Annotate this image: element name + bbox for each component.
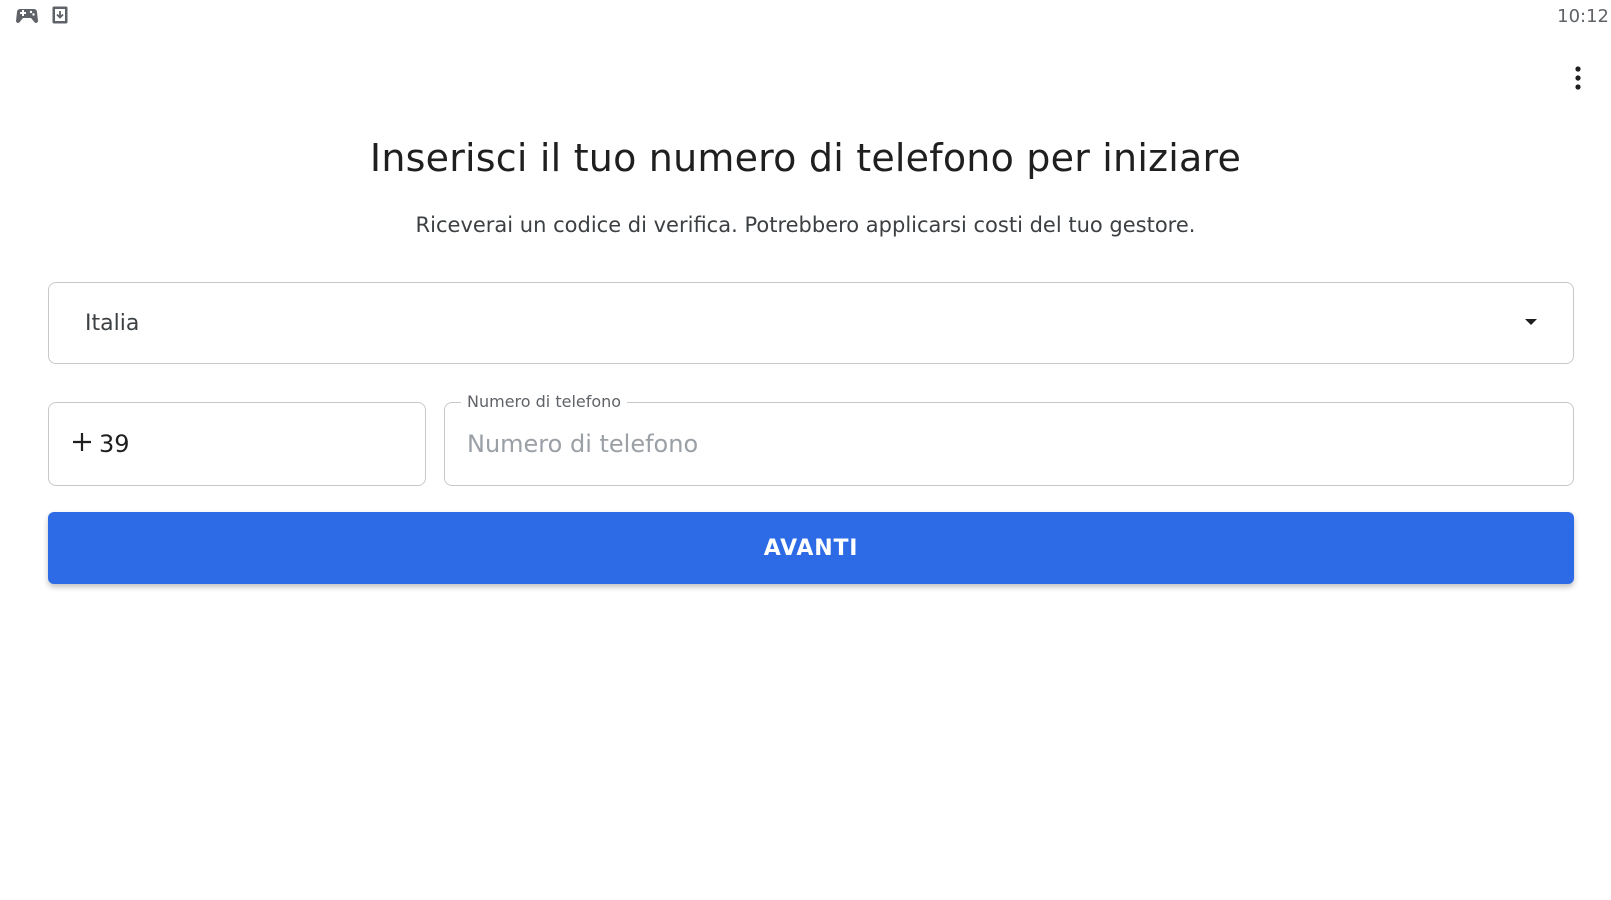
country-code-value: 39 bbox=[99, 430, 130, 458]
country-code-field[interactable]: 39 bbox=[48, 402, 426, 486]
download-icon bbox=[52, 6, 68, 24]
dropdown-arrow-icon bbox=[1523, 314, 1539, 332]
status-bar: 10:12 bbox=[0, 0, 1611, 34]
country-dropdown[interactable]: Italia bbox=[48, 282, 1574, 364]
phone-number-input[interactable] bbox=[467, 403, 1551, 485]
phone-number-field[interactable]: Numero di telefono bbox=[444, 392, 1574, 486]
more-options-button[interactable] bbox=[1562, 64, 1594, 96]
page-title: Inserisci il tuo numero di telefono per … bbox=[369, 136, 1242, 180]
country-dropdown-value: Italia bbox=[85, 310, 140, 336]
status-clock: 10:12 bbox=[1557, 6, 1609, 27]
page-subtitle: Riceverai un codice di verifica. Potrebb… bbox=[415, 213, 1196, 237]
status-icons bbox=[16, 6, 68, 24]
plus-icon bbox=[71, 431, 93, 458]
more-vert-icon bbox=[1574, 65, 1582, 96]
gamepad-icon bbox=[16, 6, 38, 24]
next-button[interactable]: AVANTI bbox=[48, 512, 1574, 584]
